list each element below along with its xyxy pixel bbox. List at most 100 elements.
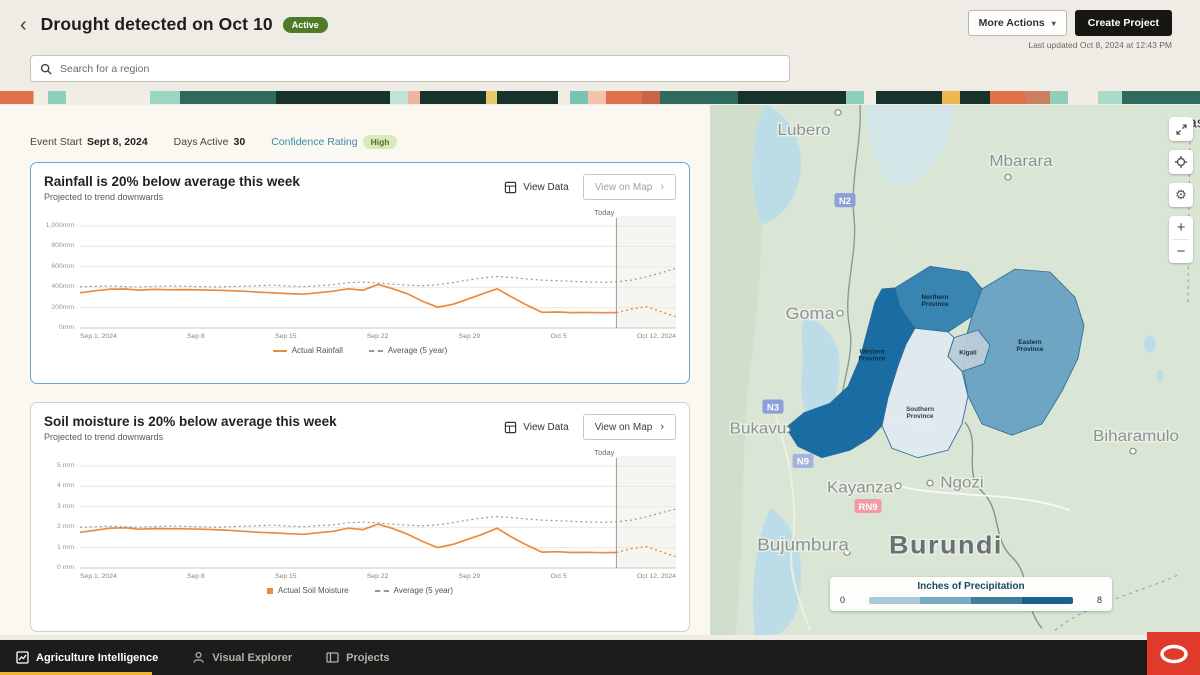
back-icon: ‹ (20, 14, 27, 36)
map-label-kayanza: Kayanza (827, 479, 894, 496)
nav-item-agriculture-intelligence[interactable]: Agriculture Intelligence (16, 651, 158, 664)
map-label-ngozi: Ngozi (940, 474, 983, 491)
small-lake (1144, 336, 1156, 353)
city-marker (895, 483, 901, 489)
map-label-lubero: Lubero (778, 121, 831, 138)
nav-item-projects[interactable]: Projects (326, 651, 389, 664)
gradient-segment (1022, 597, 1073, 604)
x-tick-label: Sep 15 (275, 573, 297, 580)
x-tick-label: Sep 8 (187, 573, 205, 580)
nav-item-label: Projects (346, 652, 389, 664)
legend-label: Actual Soil Moisture (278, 586, 349, 595)
legend-item: Average (5 year) (369, 346, 447, 355)
today-label: Today (594, 448, 614, 457)
map-settings-button[interactable]: ⚙ (1169, 183, 1193, 207)
gear-icon: ⚙ (1175, 187, 1187, 203)
province-label-northern: NorthernProvince (922, 294, 950, 308)
x-tick-label: Sep 29 (459, 573, 481, 580)
locate-icon (1174, 155, 1188, 169)
x-tick-label: Sep 8 (187, 333, 205, 340)
gradient-segment (971, 597, 1022, 604)
more-actions-button[interactable]: More Actions ▾ (968, 10, 1067, 36)
y-axis-labels: 1,000mm800mm600mm400mm200mm0mm (44, 212, 80, 330)
bottom-nav: Agriculture Intelligence Visual Explorer P… (0, 640, 1200, 675)
small-lake (1156, 370, 1164, 381)
search-input[interactable] (60, 63, 780, 75)
decorative-stripe (0, 91, 1200, 104)
confidence-rating-badge: High (363, 135, 398, 149)
locate-button[interactable] (1169, 150, 1193, 174)
map-viewport[interactable]: WesternProvinceNorthernProvinceEasternPr… (710, 105, 1200, 635)
x-tick-label: Oct 12, 2024 (637, 333, 676, 340)
y-tick-label: 400mm (51, 283, 74, 290)
back-button[interactable]: ‹ (16, 15, 31, 35)
confidence-rating-label[interactable]: Confidence Rating (271, 136, 357, 148)
search-icon (40, 63, 52, 75)
line-chart (80, 452, 676, 570)
card-title: Rainfall is 20% below average this week (44, 174, 300, 189)
y-tick-label: 5 mm (57, 462, 74, 469)
event-detail-panel: Event Start Sept 8, 2024 Days Active 30 … (0, 105, 710, 635)
view-data-label: View Data (523, 182, 568, 193)
province-label-western: WesternProvince (859, 349, 887, 363)
view-on-map-label: View on Map (595, 422, 653, 433)
x-tick-label: Oct 5 (550, 573, 566, 580)
chevron-right-icon: › (660, 181, 664, 193)
today-label: Today (594, 208, 614, 217)
map-svg: WesternProvinceNorthernProvinceEasternPr… (710, 105, 1200, 635)
y-tick-label: 1,000mm (46, 222, 74, 229)
last-updated-text: Last updated Oct 8, 2024 at 12:43 PM (1028, 40, 1172, 50)
map-controls: ⚙ + − (1169, 117, 1193, 263)
view-data-label: View Data (523, 422, 568, 433)
expand-icon (1175, 123, 1188, 136)
province-label-kigali: Kigali (959, 350, 977, 357)
days-active-value: 30 (234, 136, 246, 148)
x-tick-label: Sep 22 (367, 573, 389, 580)
chevron-right-icon: › (660, 421, 664, 433)
projection-zone (616, 456, 676, 568)
road-badge-label: N2 (839, 196, 851, 206)
page-title: Drought detected on Oct 10 (41, 14, 273, 35)
view-on-map-label: View on Map (595, 182, 653, 193)
event-info-row: Event Start Sept 8, 2024 Days Active 30 … (30, 135, 690, 149)
event-start-value: Sept 8, 2024 (87, 136, 148, 148)
zoom-out-button[interactable]: − (1169, 240, 1193, 263)
brand-logo (1147, 632, 1200, 675)
projection-zone (616, 216, 676, 328)
zoom-in-button[interactable]: + (1169, 216, 1193, 239)
city-marker (835, 110, 841, 116)
nav-item-label: Visual Explorer (212, 652, 292, 664)
legend-item: Average (5 year) (375, 586, 453, 595)
x-tick-label: Sep 29 (459, 333, 481, 340)
x-axis-labels: Sep 1, 2024Sep 8Sep 15Sep 22Sep 29Oct 5O… (80, 330, 676, 340)
chart-plot: Today (80, 452, 676, 570)
expand-map-button[interactable] (1169, 117, 1193, 141)
precipitation-legend: Inches of Precipitation 0 8 (830, 577, 1112, 611)
y-tick-label: 200mm (51, 304, 74, 311)
card-title: Soil moisture is 20% below average this … (44, 414, 337, 429)
x-tick-label: Sep 1, 2024 (80, 573, 117, 580)
x-tick-label: Oct 12, 2024 (637, 573, 676, 580)
days-active-label: Days Active (174, 136, 229, 148)
line-chart (80, 212, 676, 330)
city-marker (1130, 448, 1136, 454)
search-bar (30, 55, 790, 82)
view-data-button[interactable]: View Data (504, 421, 568, 434)
card-subtitle: Projected to trend downwards (44, 432, 337, 442)
projects-icon (326, 651, 339, 664)
caret-down-icon: ▾ (1052, 19, 1056, 28)
chart-legend: Actual Soil Moisture Average (5 year) (44, 586, 676, 595)
legend-label: Actual Rainfall (292, 346, 343, 355)
legend-swatch (369, 350, 383, 352)
card-subtitle: Projected to trend downwards (44, 192, 300, 202)
precipitation-min: 0 (840, 595, 845, 605)
gradient-segment (920, 597, 971, 604)
view-on-map-button[interactable]: View on Map › (583, 174, 676, 200)
view-on-map-button[interactable]: View on Map › (583, 414, 676, 440)
nav-item-visual-explorer[interactable]: Visual Explorer (192, 651, 292, 664)
chart-plot: Today (80, 212, 676, 330)
view-data-button[interactable]: View Data (504, 181, 568, 194)
legend-item: Actual Soil Moisture (267, 586, 349, 595)
y-tick-label: 600mm (51, 263, 74, 270)
create-project-button[interactable]: Create Project (1075, 10, 1172, 36)
